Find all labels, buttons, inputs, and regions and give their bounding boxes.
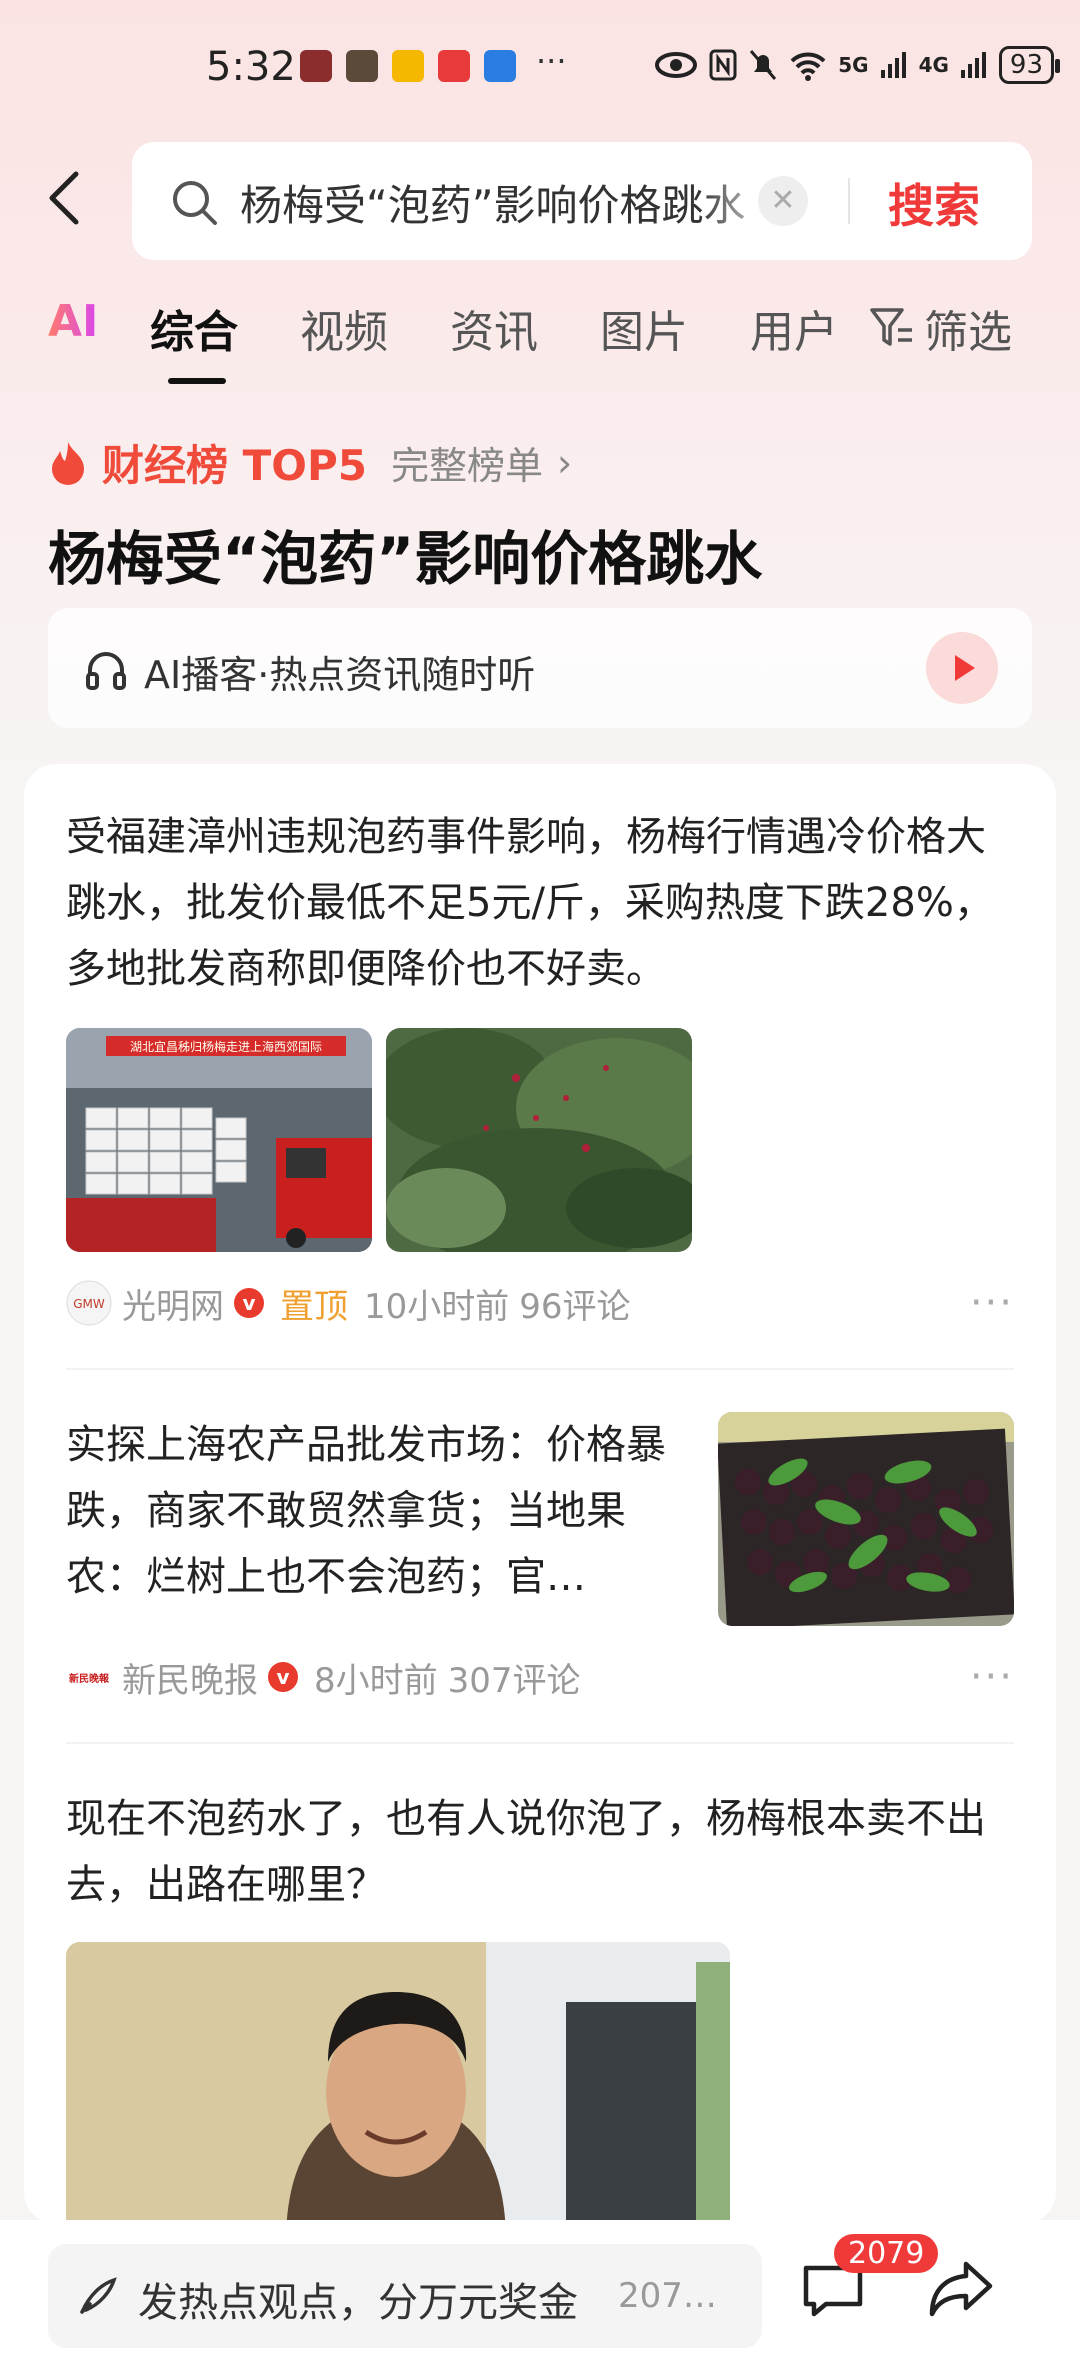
- news-image-tree[interactable]: [386, 1028, 692, 1252]
- nfc-icon: [709, 49, 737, 81]
- news-meta-1: GMW 光明网 v 置顶 10小时前 96评论 ···: [66, 1278, 1014, 1328]
- verified-badge: v: [234, 1288, 264, 1318]
- chevron-right-icon: ›: [557, 440, 573, 485]
- podcast-label: AI播客·热点资讯随时听: [144, 653, 536, 697]
- full-ranking-link[interactable]: 完整榜单: [391, 435, 543, 490]
- comment-count-badge: 2079: [834, 2234, 939, 2273]
- signal-icon-2: [960, 52, 986, 78]
- source-logo-xinmin-text: 新民晚報: [69, 1672, 110, 1685]
- play-icon[interactable]: [926, 632, 998, 704]
- news-item-text[interactable]: 现在不泡药水了，也有人说你泡了，杨梅根本卖不出去，出路在哪里？: [66, 1786, 1014, 1918]
- more-options-icon[interactable]: ···: [970, 1280, 1014, 1326]
- search-icon: [173, 181, 217, 225]
- market-photo: 湖北宜昌秭归杨梅走进上海西郊国际: [66, 1028, 372, 1252]
- banner-text: 湖北宜昌秭归杨梅走进上海西郊国际: [130, 1039, 322, 1054]
- tab-ai[interactable]: AI: [48, 296, 98, 347]
- chevron-left-icon: [49, 171, 79, 225]
- status-bar: 5:32 ··· 5G 4G 93: [0, 0, 1080, 140]
- svg-text:GMW: GMW: [73, 1297, 105, 1311]
- news-time: 10小时前: [364, 1286, 510, 1327]
- source-logo-guangming: GMW: [66, 1280, 112, 1326]
- ranking-title: 财经榜 TOP5: [102, 441, 367, 490]
- back-button[interactable]: [44, 168, 94, 228]
- filter-icon: [870, 308, 912, 346]
- more-options-icon[interactable]: ···: [970, 1654, 1014, 1700]
- news-item-2[interactable]: 实探上海农产品批发市场：价格暴跌，商家不敢贸然拿货；当地果农：烂树上也不会泡药；…: [66, 1412, 666, 1610]
- notification-icons: [300, 50, 516, 82]
- news-item-3[interactable]: 现在不泡药水了，也有人说你泡了，杨梅根本卖不出去，出路在哪里？: [66, 1786, 1014, 1918]
- tab-comprehensive[interactable]: 综合: [150, 296, 238, 360]
- tab-images[interactable]: 图片: [600, 296, 688, 360]
- news-item-text[interactable]: 实探上海农产品批发市场：价格暴跌，商家不敢贸然拿货；当地果农：烂树上也不会泡药；…: [66, 1412, 666, 1610]
- tab-video[interactable]: 视频: [300, 296, 388, 360]
- mute-bell-icon: [750, 50, 777, 80]
- news-item-1[interactable]: 受福建漳州违规泡药事件影响，杨梅行情遇冷价格大跳水，批发价最低不足5元/斤，采购…: [66, 804, 1014, 1002]
- news-source[interactable]: 光明网: [122, 1279, 224, 1328]
- eye-icon: [655, 52, 698, 78]
- bayberry-box-photo: [718, 1412, 1014, 1626]
- weibo-icon: [392, 50, 424, 82]
- source-logo-xinmin: 新民晚報: [66, 1654, 112, 1700]
- share-button[interactable]: [926, 2256, 996, 2324]
- tab-bar: AI 综合 视频 资讯 图片 用户 筛选: [0, 296, 1080, 384]
- news-time: 8小时前: [314, 1660, 438, 1701]
- app-notification-icon: [300, 50, 332, 82]
- search-box[interactable]: 杨梅受“泡药”影响价格跳水 ✕ 搜索: [132, 142, 1032, 260]
- battery-indicator: 93: [998, 46, 1061, 84]
- ranking-row[interactable]: 财经榜 TOP5 完整榜单 ›: [48, 432, 572, 493]
- news-comments: 96评论: [519, 1286, 631, 1327]
- network-5g-label: 5G: [838, 53, 869, 77]
- ai-podcast-bar[interactable]: AI播客·热点资讯随时听: [48, 608, 1032, 728]
- headphones-icon: [86, 652, 126, 690]
- network-4g-label: 4G: [918, 53, 949, 77]
- more-notifications-icon: ···: [536, 42, 567, 80]
- bookmark-app-icon: [484, 50, 516, 82]
- news-source[interactable]: 新民晚报: [122, 1653, 258, 1702]
- video-frame-person: [66, 1942, 730, 2224]
- tab-users[interactable]: 用户: [750, 296, 838, 360]
- comment-placeholder: 发热点观点，分万元奖金: [138, 2280, 578, 2326]
- tab-news[interactable]: 资讯: [450, 296, 538, 360]
- bayberry-tree-photo: [386, 1028, 692, 1252]
- flame-icon: [52, 441, 84, 485]
- filter-label: 筛选: [924, 307, 1012, 358]
- news-comments: 307评论: [447, 1660, 581, 1701]
- verified-badge: v: [268, 1662, 298, 1692]
- search-divider: [848, 178, 850, 224]
- news-app-icon: [438, 50, 470, 82]
- comment-count-inline: 207…: [618, 2276, 717, 2316]
- news-item-text[interactable]: 受福建漳州违规泡药事件影响，杨梅行情遇冷价格大跳水，批发价最低不足5元/斤，采购…: [66, 804, 1014, 1002]
- divider: [66, 1368, 1014, 1370]
- system-icons: 5G 4G 93: [654, 46, 1061, 84]
- search-button[interactable]: 搜索: [888, 170, 980, 236]
- search-input[interactable]: 杨梅受“泡药”影响价格跳水: [240, 172, 780, 233]
- news-image-bayberries[interactable]: [718, 1412, 1014, 1626]
- pinned-label: 置顶: [280, 1286, 348, 1327]
- wifi-icon: [790, 52, 826, 81]
- bottom-action-bar: 发热点观点，分万元奖金 207… 2079: [0, 2220, 1080, 2376]
- pen-icon: [80, 2277, 117, 2314]
- comment-input[interactable]: 发热点观点，分万元奖金 207…: [48, 2244, 762, 2348]
- share-arrow-icon: [929, 2261, 993, 2317]
- divider: [66, 1742, 1014, 1744]
- hot-topic-headline[interactable]: 杨梅受“泡药”影响价格跳水: [48, 512, 762, 596]
- active-tab-indicator: [168, 378, 226, 384]
- news-card: 受福建漳州违规泡药事件影响，杨梅行情遇冷价格大跳水，批发价最低不足5元/斤，采购…: [24, 764, 1056, 2224]
- status-time: 5:32: [206, 44, 296, 90]
- filter-button[interactable]: 筛选: [868, 296, 1012, 360]
- news-video-thumbnail[interactable]: [66, 1942, 730, 2224]
- news-image-market[interactable]: 湖北宜昌秭归杨梅走进上海西郊国际: [66, 1028, 372, 1252]
- shield-app-icon: [346, 50, 378, 82]
- clear-search-button[interactable]: ✕: [758, 176, 808, 226]
- signal-icon: [880, 52, 906, 78]
- news-meta-2: 新民晚報 新民晚报 v 8小时前 307评论 ···: [66, 1652, 1014, 1702]
